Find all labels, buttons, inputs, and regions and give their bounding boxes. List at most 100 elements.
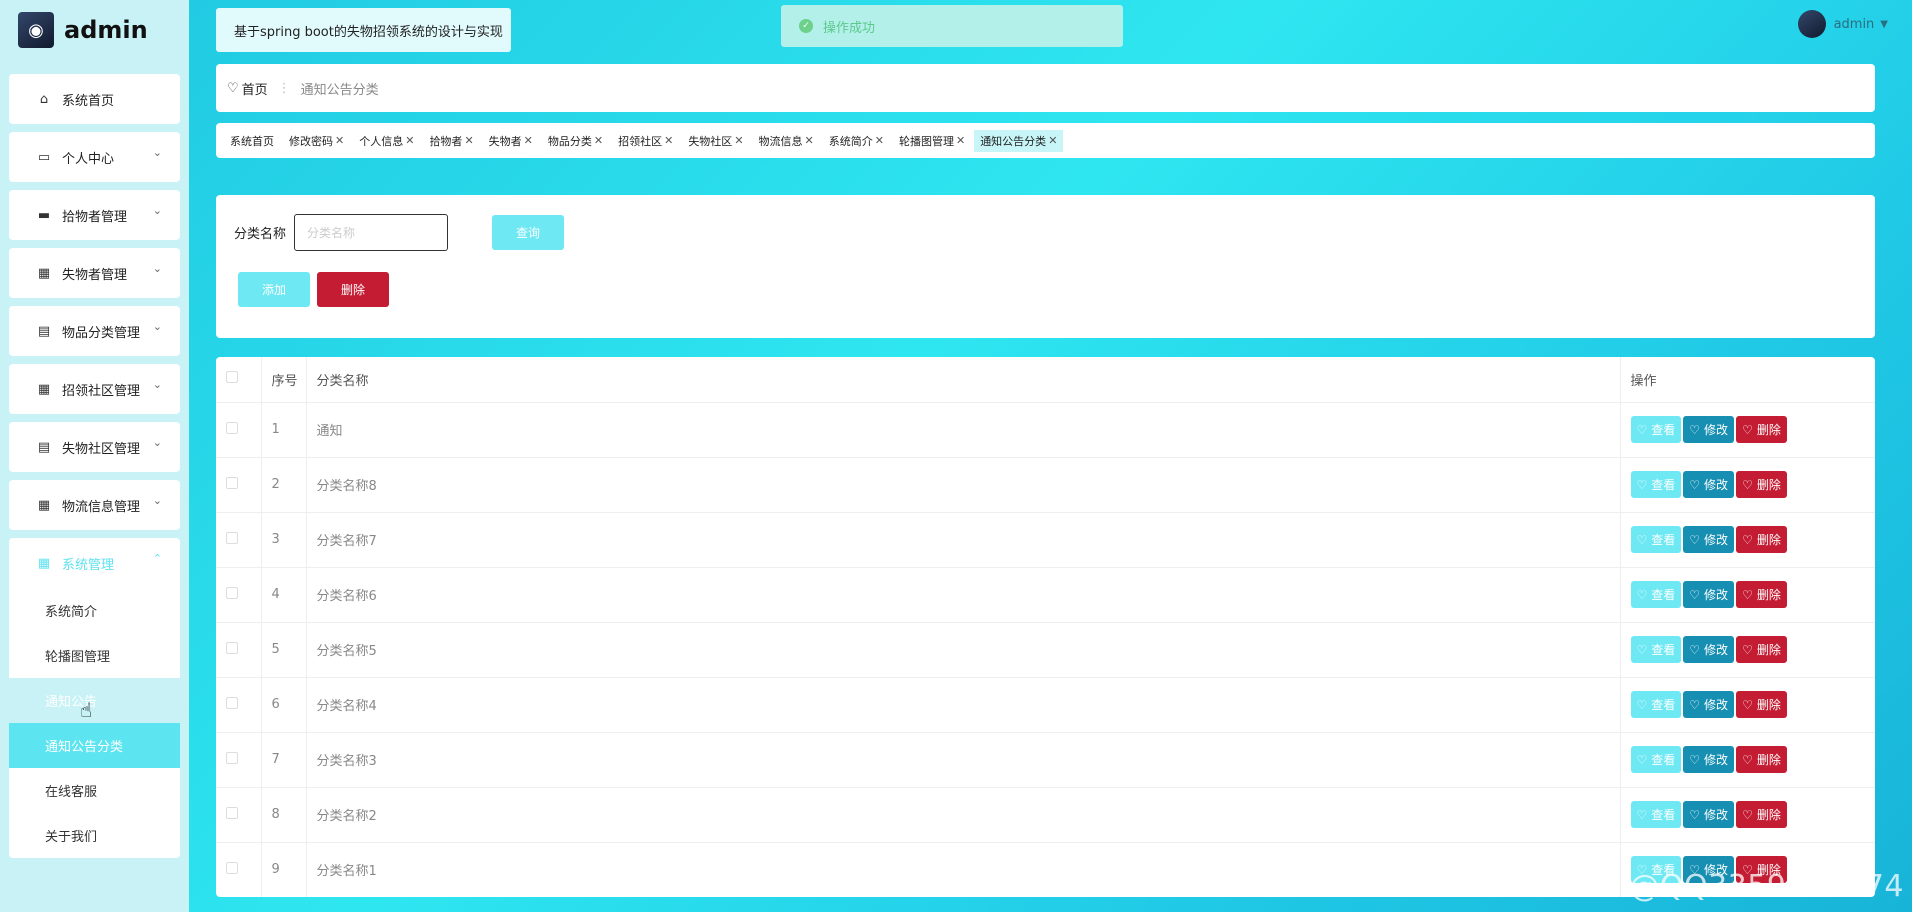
breadcrumb-home[interactable]: 首页 — [242, 79, 268, 98]
close-icon[interactable]: ✕ — [594, 134, 603, 147]
row-checkbox[interactable] — [226, 421, 238, 434]
row-index: 1 — [261, 402, 307, 458]
batch-delete-button[interactable]: 删除 — [317, 272, 389, 307]
view-button[interactable]: ♡ 查看 — [1630, 471, 1682, 498]
tag-label: 招领社区 — [618, 134, 663, 148]
sidebar-item-loser-management[interactable]: ▦ 失物者管理 ⌄ — [9, 248, 180, 298]
row-checkbox[interactable] — [226, 696, 238, 709]
tag-loser[interactable]: 失物者 ✕ — [483, 130, 539, 152]
chevron-up-icon: ⌃ — [152, 552, 162, 565]
view-button[interactable]: ♡ 查看 — [1630, 691, 1682, 718]
sidebar-item-label: 失物者管理 — [62, 267, 128, 283]
close-icon[interactable]: ✕ — [1048, 134, 1057, 147]
category-name-search-input[interactable] — [294, 214, 449, 251]
row-checkbox[interactable] — [226, 861, 238, 874]
row-checkbox[interactable] — [226, 806, 238, 819]
sidebar-item-personal-center[interactable]: ▭ 个人中心 ⌄ — [9, 132, 180, 182]
row-checkbox[interactable] — [226, 751, 238, 764]
delete-button[interactable]: ♡ 删除 — [1736, 416, 1787, 443]
edit-button[interactable]: ♡ 修改 — [1683, 801, 1735, 828]
edit-button[interactable]: ♡ 修改 — [1683, 746, 1735, 773]
query-button[interactable]: 查询 — [492, 215, 565, 250]
delete-button[interactable]: ♡ 删除 — [1736, 581, 1787, 608]
view-button[interactable]: ♡ 查看 — [1630, 636, 1682, 663]
search-label: 分类名称 — [234, 227, 287, 242]
row-select-cell — [216, 732, 262, 788]
submenu-item-online-service[interactable]: 在线客服 — [9, 768, 180, 813]
sidebar-item-finder-management[interactable]: ▬ 拾物者管理 ⌄ — [9, 190, 180, 240]
view-button[interactable]: ♡ 查看 — [1630, 581, 1682, 608]
view-button[interactable]: ♡ 查看 — [1630, 801, 1682, 828]
row-index: 9 — [261, 842, 307, 897]
user-menu[interactable]: admin ▼ — [1797, 10, 1888, 38]
row-checkbox[interactable] — [226, 586, 238, 599]
delete-button[interactable]: ♡ 删除 — [1736, 471, 1787, 498]
sidebar-item-found-community[interactable]: ▦ 招领社区管理 ⌄ — [9, 364, 180, 414]
close-icon[interactable]: ✕ — [805, 134, 814, 147]
submenu-item-carousel[interactable]: 轮播图管理 — [9, 633, 180, 678]
delete-button[interactable]: ♡ 删除 — [1736, 526, 1787, 553]
sidebar-item-lost-community[interactable]: ▤ 失物社区管理 ⌄ — [9, 422, 180, 472]
tag-lost-community[interactable]: 失物社区 ✕ — [682, 130, 749, 152]
view-label: 查看 — [1651, 423, 1676, 437]
tag-finder[interactable]: 拾物者 ✕ — [423, 130, 479, 152]
delete-button[interactable]: ♡ 删除 — [1736, 636, 1787, 663]
tag-notice-category[interactable]: 通知公告分类 ✕ — [974, 129, 1064, 152]
close-icon[interactable]: ✕ — [405, 134, 414, 147]
edit-button[interactable]: ♡ 修改 — [1683, 416, 1735, 443]
tag-system-intro[interactable]: 系统简介 ✕ — [823, 130, 890, 152]
close-icon[interactable]: ✕ — [664, 134, 673, 147]
row-category-name: 分类名称3 — [306, 732, 1621, 788]
edit-button[interactable]: ♡ 修改 — [1683, 581, 1735, 608]
heart-icon: ♡ — [1636, 422, 1648, 437]
id-card-icon: ▭ — [37, 149, 51, 165]
edit-button[interactable]: ♡ 修改 — [1683, 636, 1735, 663]
delete-button[interactable]: ♡ 删除 — [1736, 691, 1787, 718]
view-button[interactable]: ♡ 查看 — [1630, 416, 1682, 443]
sidebar-item-system-management[interactable]: ▦ 系统管理 ⌃ — [9, 538, 180, 588]
view-button[interactable]: ♡ 查看 — [1630, 526, 1682, 553]
row-checkbox[interactable] — [226, 476, 238, 489]
close-icon[interactable]: ✕ — [335, 134, 344, 147]
edit-button[interactable]: ♡ 修改 — [1683, 471, 1735, 498]
submenu-item-intro[interactable]: 系统简介 — [9, 588, 180, 633]
add-button[interactable]: 添加 — [238, 272, 310, 307]
submenu-item-about[interactable]: 关于我们 — [9, 813, 180, 858]
tag-item-category[interactable]: 物品分类 ✕ — [542, 130, 609, 152]
select-all-checkbox[interactable] — [226, 371, 238, 384]
close-icon[interactable]: ✕ — [956, 134, 965, 147]
row-index: 7 — [261, 732, 307, 788]
submenu-item-notice-category[interactable]: 通知公告分类 — [9, 723, 180, 768]
tag-found-community[interactable]: 招领社区 ✕ — [612, 130, 679, 152]
tag-personal-info[interactable]: 个人信息 ✕ — [353, 130, 420, 152]
table-row: 6 分类名称4 ♡ 查看 ♡ 修改 ♡ 删除 — [216, 677, 1875, 733]
tag-carousel[interactable]: 轮播图管理 ✕ — [893, 130, 971, 152]
heart-icon: ♡ — [1689, 807, 1701, 822]
sidebar-item-home[interactable]: ⌂ 系统首页 — [9, 74, 180, 124]
tag-change-password[interactable]: 修改密码 ✕ — [283, 130, 350, 152]
submenu-item-notice[interactable]: 通知公告 — [9, 678, 180, 723]
row-checkbox[interactable] — [226, 531, 238, 544]
row-select-cell — [216, 622, 262, 678]
row-checkbox[interactable] — [226, 641, 238, 654]
tag-system-home[interactable]: 系统首页 — [224, 130, 280, 152]
caret-down-icon: ▼ — [1880, 18, 1888, 30]
delete-button[interactable]: ♡ 删除 — [1736, 801, 1787, 828]
delete-button[interactable]: ♡ 删除 — [1736, 746, 1787, 773]
sidebar-item-category-management[interactable]: ▤ 物品分类管理 ⌄ — [9, 306, 180, 356]
close-icon[interactable]: ✕ — [524, 134, 533, 147]
data-table: 序号 分类名称 操作 1 通知 ♡ 查看 ♡ 修改 ♡ 删除 2 分类名称8 ♡ 查看 ♡ 修改 ♡ 删除 3 分… — [216, 357, 1875, 897]
row-actions: ♡ 查看 ♡ 修改 ♡ 删除 — [1620, 732, 1875, 788]
sidebar-item-logistics[interactable]: ▦ 物流信息管理 ⌄ — [9, 480, 180, 530]
view-button[interactable]: ♡ 查看 — [1630, 746, 1682, 773]
tag-logistics[interactable]: 物流信息 ✕ — [753, 130, 820, 152]
close-icon[interactable]: ✕ — [734, 134, 743, 147]
row-index: 2 — [261, 457, 307, 513]
heart-icon: ♡ — [227, 80, 239, 96]
close-icon[interactable]: ✕ — [875, 134, 884, 147]
edit-button[interactable]: ♡ 修改 — [1683, 526, 1735, 553]
sidebar-item-label: 个人中心 — [62, 151, 115, 167]
edit-button[interactable]: ♡ 修改 — [1683, 691, 1735, 718]
close-icon[interactable]: ✕ — [464, 134, 473, 147]
heart-icon: ♡ — [1689, 532, 1701, 547]
